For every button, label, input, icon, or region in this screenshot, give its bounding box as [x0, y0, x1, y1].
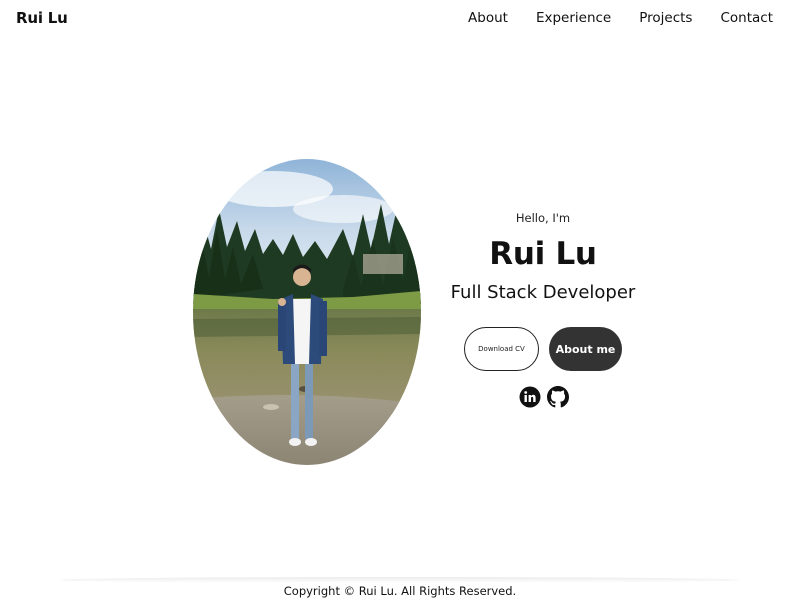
linkedin-icon[interactable] [519, 386, 541, 408]
footer-copyright: Copyright © Rui Lu. All Rights Reserved. [283, 584, 517, 598]
nav-link-about[interactable]: About [468, 10, 508, 26]
about-me-button[interactable]: About me [549, 327, 622, 371]
nav-link-projects[interactable]: Projects [639, 10, 692, 26]
download-cv-button[interactable]: Download CV [464, 327, 539, 371]
profile-photo [193, 159, 421, 465]
hero-name: Rui Lu [489, 236, 597, 272]
nav-link-experience[interactable]: Experience [536, 10, 611, 26]
hero-section: Hello, I'm Rui Lu Full Stack Developer [443, 208, 643, 306]
social-links [519, 386, 569, 410]
hero-title: Full Stack Developer [450, 282, 636, 303]
main-nav: About Experience Projects Contact [468, 10, 773, 26]
github-icon[interactable] [547, 386, 569, 408]
portfolio-page: Rui Lu About Experience Projects Contact [0, 0, 800, 600]
hero-buttons: Download CV About me [464, 327, 624, 373]
nav-link-contact[interactable]: Contact [720, 10, 773, 26]
site-logo[interactable]: Rui Lu [16, 9, 68, 27]
greeting-text: Hello, I'm [515, 211, 571, 225]
